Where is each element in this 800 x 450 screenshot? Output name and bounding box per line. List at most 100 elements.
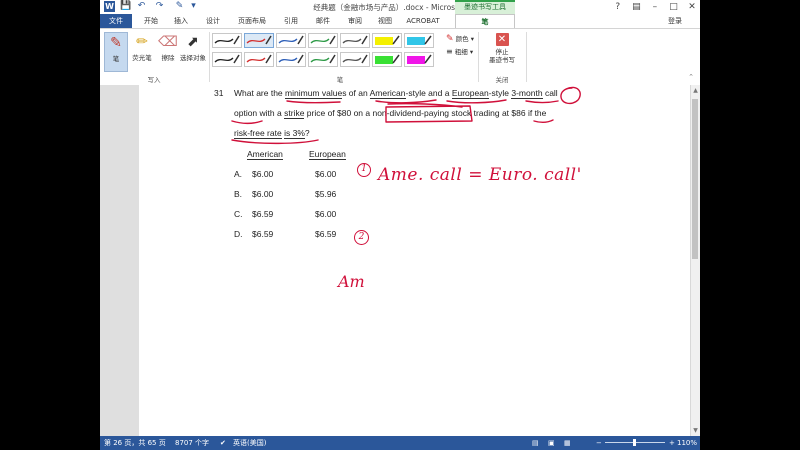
- option-d-american: $6.59: [252, 229, 274, 239]
- write-group-label: 写入: [147, 76, 161, 84]
- maximize-icon[interactable]: □: [665, 0, 681, 14]
- close-group-label: 关闭: [495, 76, 509, 84]
- ribbon: ✎ 笔 ✏ 荧光笔 ⌫ 擦除 ⬈ 选择对象 写入 ✎ 颜色 ▾ ≡ 粗细 ▾ 笔…: [100, 28, 700, 86]
- collapse-ribbon-icon[interactable]: ⌃: [688, 73, 694, 81]
- undo-icon[interactable]: ↶: [136, 1, 147, 12]
- tab-mailings[interactable]: 邮件: [310, 14, 336, 28]
- pen-swatch[interactable]: [244, 33, 274, 48]
- tab-page-layout[interactable]: 页面布局: [232, 14, 272, 28]
- eraser-icon: ⌫: [158, 34, 178, 50]
- pen-swatch[interactable]: [372, 52, 402, 67]
- question-line-2: option with a strike price of $80 on a n…: [234, 108, 547, 119]
- highlighter-button[interactable]: ✏ 荧光笔: [130, 32, 154, 72]
- pen-swatch[interactable]: [276, 52, 306, 67]
- pen-button[interactable]: ✎ 笔: [104, 32, 128, 72]
- redo-icon[interactable]: ↷: [154, 1, 165, 12]
- tab-view[interactable]: 视图: [372, 14, 398, 28]
- header-american: American: [247, 149, 283, 160]
- eraser-button[interactable]: ⌫ 擦除: [156, 32, 180, 72]
- language[interactable]: 英语(美国): [233, 436, 266, 450]
- stop-inking-button[interactable]: ✕ 停止 墨迹书写: [482, 33, 522, 64]
- group-divider: [478, 32, 479, 82]
- zoom-slider-knob[interactable]: [633, 439, 636, 446]
- customize-quickaccess-icon[interactable]: ▾: [188, 1, 199, 12]
- zoom-level[interactable]: 110%: [677, 436, 697, 450]
- option-d-letter: D.: [234, 229, 243, 239]
- page-count[interactable]: 第 26 页，共 65 页: [104, 436, 166, 450]
- color-pen-icon: ✎: [446, 34, 454, 44]
- scroll-thumb[interactable]: [692, 99, 698, 259]
- read-mode-icon[interactable]: ▤: [532, 436, 539, 450]
- option-d-european: $6.59: [315, 229, 337, 239]
- option-b-letter: B.: [234, 189, 243, 199]
- ink-marker-2: 2: [354, 230, 369, 245]
- ink-tools-context-label: 墨迹书写工具: [455, 0, 515, 14]
- word-count[interactable]: 8707 个字: [175, 436, 209, 450]
- pen-swatch[interactable]: [340, 52, 370, 67]
- option-c-american: $6.59: [252, 209, 274, 219]
- ink-marker-1: 1: [357, 163, 371, 177]
- scroll-up-icon[interactable]: ▲: [691, 87, 700, 94]
- tab-references[interactable]: 引用: [278, 14, 304, 28]
- option-b-american: $6.00: [252, 189, 274, 199]
- tab-review[interactable]: 审阅: [342, 14, 368, 28]
- proofing-icon[interactable]: ✔: [220, 436, 226, 450]
- zoom-out-button[interactable]: −: [596, 436, 602, 450]
- pen-swatch[interactable]: [372, 33, 402, 48]
- thickness-icon: ≡: [446, 47, 453, 56]
- zoom-slider[interactable]: [605, 439, 665, 446]
- pen-swatch[interactable]: [308, 33, 338, 48]
- tab-file[interactable]: 文件: [100, 14, 132, 28]
- ribbon-display-icon[interactable]: ▤: [628, 0, 644, 14]
- help-icon[interactable]: ?: [610, 0, 626, 14]
- document-area: 31 What are the minimum values of an Ame…: [100, 85, 700, 436]
- ribbon-tabs: 文件 开始 插入 设计 页面布局 引用 邮件 审阅 视图 ACROBAT 笔 登…: [100, 14, 700, 28]
- tab-home[interactable]: 开始: [138, 14, 164, 28]
- document-page[interactable]: 31 What are the minimum values of an Ame…: [139, 85, 690, 436]
- word-window: W 💾 ↶ ↷ ✎ ▾ 经典题（金融市场与产品）.docx - Microsof…: [100, 0, 700, 450]
- option-a-letter: A.: [234, 169, 243, 179]
- pen-quickaccess-icon[interactable]: ✎: [174, 1, 185, 12]
- ink-note-am: Am: [338, 272, 365, 291]
- zoom-in-button[interactable]: +: [669, 436, 675, 450]
- tab-pen[interactable]: 笔: [455, 14, 515, 28]
- pen-gallery: [212, 33, 442, 71]
- group-divider: [526, 32, 527, 82]
- ink-note-equivalence: Ame. call = Euro. call': [378, 165, 582, 185]
- select-objects-button[interactable]: ⬈ 选择对象: [178, 32, 208, 72]
- pen-swatch[interactable]: [404, 52, 434, 67]
- pen-swatch[interactable]: [404, 33, 434, 48]
- pen-icon: ✎: [110, 35, 122, 51]
- vertical-scrollbar[interactable]: ▲ ▼: [690, 85, 700, 436]
- status-bar: 第 26 页，共 65 页 8707 个字 ✔ 英语(美国) ▤ ▣ ▦ − +…: [100, 436, 700, 450]
- pen-swatch[interactable]: [212, 33, 242, 48]
- pen-swatch[interactable]: [212, 52, 242, 67]
- title-bar: W 💾 ↶ ↷ ✎ ▾ 经典题（金融市场与产品）.docx - Microsof…: [100, 0, 700, 14]
- question-number: 31: [214, 88, 224, 98]
- pen-swatch[interactable]: [276, 33, 306, 48]
- question-line-1: What are the minimum values of an Americ…: [234, 88, 558, 99]
- save-icon[interactable]: 💾: [120, 1, 131, 12]
- highlighter-icon: ✏: [136, 34, 148, 50]
- pen-swatch[interactable]: [340, 33, 370, 48]
- tab-design[interactable]: 设计: [200, 14, 226, 28]
- pen-swatch[interactable]: [244, 52, 274, 67]
- login-link[interactable]: 登录: [668, 14, 682, 28]
- header-european: European: [309, 149, 346, 160]
- question-line-3: risk-free rate is 3%?: [234, 128, 310, 139]
- close-icon[interactable]: ✕: [684, 0, 700, 14]
- pen-thickness-button[interactable]: ≡ 粗细 ▾: [446, 46, 473, 56]
- pen-group-label: 笔: [336, 76, 344, 84]
- web-layout-icon[interactable]: ▦: [564, 436, 571, 450]
- tab-insert[interactable]: 插入: [168, 14, 194, 28]
- scroll-down-icon[interactable]: ▼: [691, 427, 700, 434]
- stop-inking-icon: ✕: [495, 33, 509, 46]
- pen-swatch[interactable]: [308, 52, 338, 67]
- minimize-icon[interactable]: –: [647, 0, 663, 14]
- print-layout-icon[interactable]: ▣: [548, 436, 555, 450]
- option-b-european: $5.96: [315, 189, 337, 199]
- option-a-european: $6.00: [315, 169, 337, 179]
- word-logo-icon: W: [104, 1, 115, 12]
- tab-acrobat[interactable]: ACROBAT: [402, 14, 444, 28]
- pen-color-button[interactable]: ✎ 颜色 ▾: [446, 33, 474, 44]
